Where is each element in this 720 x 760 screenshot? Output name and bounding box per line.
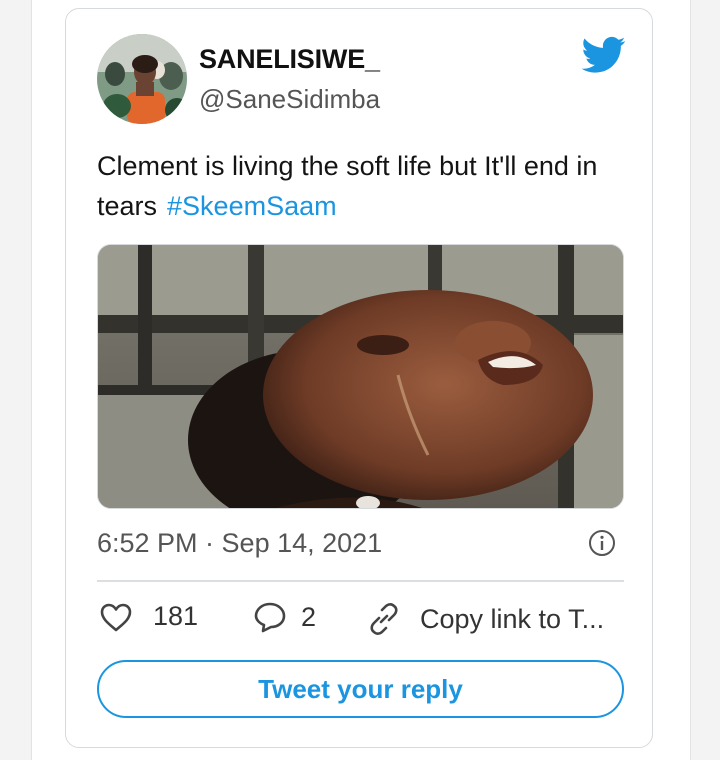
display-name[interactable]: SANELISIWE_: [199, 44, 380, 75]
reply-count: 2: [301, 601, 317, 632]
link-icon: [370, 603, 398, 635]
tweet-your-reply-button[interactable]: Tweet your reply: [97, 660, 624, 718]
divider: [97, 580, 624, 582]
heart-icon: [100, 603, 132, 631]
twitter-bird-icon[interactable]: [582, 36, 626, 74]
tweet-media-photo[interactable]: [97, 244, 624, 509]
tweet-timestamp[interactable]: 6:52 PM · Sep 14, 2021: [97, 528, 382, 559]
copy-link-button[interactable]: Copy link to T...: [366, 601, 604, 637]
info-icon[interactable]: [588, 529, 616, 557]
reply-bubble-icon: [254, 602, 286, 633]
like-count: 181: [153, 601, 199, 631]
crying-woman-photo: [98, 245, 623, 508]
hashtag-link[interactable]: #SkeemSaam: [167, 191, 337, 221]
like-button[interactable]: 181: [99, 601, 198, 632]
user-handle[interactable]: @SaneSidimba: [199, 84, 380, 115]
reply-button[interactable]: 2: [253, 601, 316, 633]
embedded-tweet-card[interactable]: SANELISIWE_ @SaneSidimba Clement is livi…: [65, 8, 653, 748]
copy-link-label: Copy link to T...: [420, 603, 605, 634]
avatar[interactable]: [97, 34, 187, 124]
tweet-text: Clement is living the soft life but It'l…: [97, 146, 637, 226]
avatar-photo: [97, 34, 187, 124]
